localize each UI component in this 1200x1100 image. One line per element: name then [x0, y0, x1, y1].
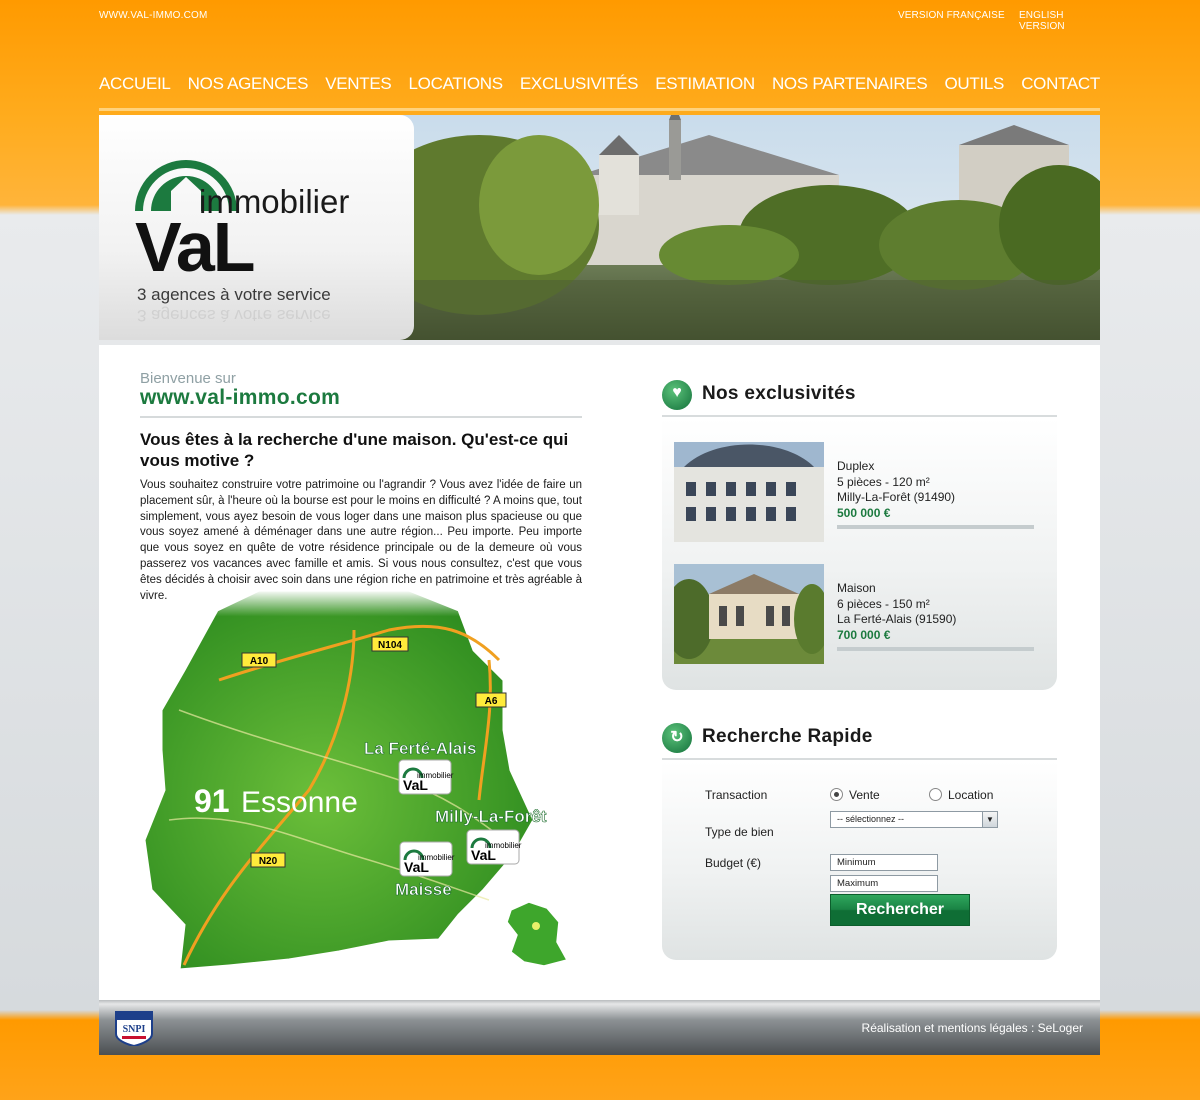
main-nav: ACCUEIL NOS AGENCES VENTES LOCATIONS EXC…: [99, 74, 1100, 98]
svg-text:N104: N104: [378, 640, 402, 651]
svg-text:A6: A6: [485, 696, 498, 707]
road-n104-label: N104: [371, 636, 409, 652]
recherche-title: Recherche Rapide: [702, 726, 873, 747]
dept-number: 91: [194, 783, 230, 819]
agency-marker-maisse[interactable]: immobilier VaL: [399, 841, 455, 877]
listing-city: La Ferté-Alais (91590): [837, 612, 957, 626]
exclusivites-title: Nos exclusivités: [702, 383, 856, 404]
logo-panel: immobilier VaL 3 agences à votre service…: [99, 115, 414, 340]
nav-locations[interactable]: LOCATIONS: [409, 74, 504, 98]
recherche-header: ↻ Recherche Rapide: [662, 723, 1057, 760]
castle-river-photo: [399, 115, 1100, 340]
france-mini-map-icon: [506, 901, 569, 967]
budget-label: Budget (€): [705, 856, 762, 870]
location-label[interactable]: Location: [948, 788, 993, 802]
nav-divider: [99, 108, 1100, 111]
essonne-map[interactable]: A10 N104 A6 N20 91 Essonne La Ferté-Alai…: [139, 590, 579, 970]
listing-divider: [837, 525, 1034, 529]
exclusivites-header: ♥ Nos exclusivités: [662, 380, 1057, 417]
nav-contact[interactable]: CONTACT: [1021, 74, 1100, 98]
intro-text: Vous souhaitez construire votre patrimoi…: [140, 479, 582, 602]
type-bien-select[interactable]: -- sélectionnez -- ▼: [830, 811, 998, 828]
logo-slogan-reflection: 3 agences à votre service: [137, 306, 331, 325]
city-milly-la-foret[interactable]: Milly-La-Forêt: [435, 807, 547, 827]
footer-credit-link[interactable]: Réalisation et mentions légales : SeLoge…: [862, 1021, 1083, 1035]
listing-item[interactable]: Duplex 5 pièces - 120 m² Milly-La-Forêt …: [674, 442, 1044, 542]
logo-slogan: 3 agences à votre service: [137, 285, 331, 304]
logo-val: VaL: [135, 208, 256, 286]
english-version-link[interactable]: ENGLISH VERSION: [1019, 10, 1100, 32]
budget-max-input[interactable]: Maximum: [830, 875, 938, 892]
welcome-divider: [140, 416, 582, 418]
road-n20-label: N20: [250, 852, 286, 868]
transaction-label: Transaction: [705, 788, 768, 802]
vente-radio[interactable]: [830, 788, 843, 801]
city-maisse[interactable]: Maisse: [395, 880, 452, 900]
heart-icon: ♥: [662, 380, 692, 410]
listing-desc: 5 pièces - 120 m²: [837, 474, 930, 489]
search-form: Transaction Vente Location Type de bien …: [662, 761, 1057, 960]
listing-price: 500 000 €: [837, 505, 891, 520]
listing-price: 700 000 €: [837, 627, 891, 642]
svg-text:VaL: VaL: [403, 777, 428, 793]
exclusivites-divider: [662, 415, 1057, 417]
nav-ventes[interactable]: VENTES: [325, 74, 392, 98]
maison-photo: [674, 564, 824, 664]
nav-accueil[interactable]: ACCUEIL: [99, 74, 171, 98]
arrow-circle-icon: ↻: [662, 723, 692, 753]
listing-type: Duplex: [837, 459, 875, 473]
road-a10-label: A10: [241, 652, 277, 668]
listing-city: Milly-La-Forêt (91490): [837, 490, 956, 504]
welcome-small: Bienvenue sur: [140, 370, 236, 387]
listing-desc: 6 pièces - 150 m²: [837, 596, 930, 611]
agency-marker-milly[interactable]: immobilier VaL: [466, 829, 522, 865]
exclusivites-panel: Duplex 5 pièces - 120 m² Milly-La-Forêt …: [662, 418, 1057, 690]
svg-text:A10: A10: [250, 656, 269, 667]
agency-marker-ferte[interactable]: immobilier VaL: [398, 759, 454, 795]
header-banner: immobilier VaL 3 agences à votre service…: [99, 115, 1100, 340]
dept-name: Essonne: [241, 786, 358, 819]
nav-nos-agences[interactable]: NOS AGENCES: [188, 74, 309, 98]
road-a6-label: A6: [475, 692, 507, 708]
svg-text:VaL: VaL: [404, 859, 429, 875]
type-bien-label: Type de bien: [705, 825, 774, 839]
budget-min-input[interactable]: Minimum: [830, 854, 938, 871]
site-link[interactable]: WWW.VAL-IMMO.COM: [99, 10, 208, 21]
nav-estimation[interactable]: ESTIMATION: [655, 74, 755, 98]
listing-item[interactable]: Maison 6 pièces - 150 m² La Ferté-Alais …: [674, 564, 1044, 664]
nav-nos-partenaires[interactable]: NOS PARTENAIRES: [772, 74, 928, 98]
city-la-ferte-alais[interactable]: La Ferté-Alais: [364, 739, 477, 759]
vente-label[interactable]: Vente: [849, 788, 880, 802]
location-radio[interactable]: [929, 788, 942, 801]
rechercher-button[interactable]: Rechercher: [830, 894, 970, 926]
type-bien-value: -- sélectionnez --: [837, 814, 905, 824]
main-content: Bienvenue sur www.val-immo.com Vous êtes…: [99, 345, 1100, 1000]
welcome-url: www.val-immo.com: [140, 386, 341, 409]
listing-type: Maison: [837, 581, 876, 595]
listing-divider: [837, 647, 1034, 651]
svg-text:N20: N20: [259, 856, 278, 867]
version-francaise-link[interactable]: VERSION FRANÇAISE: [898, 10, 1005, 21]
nav-exclusivites[interactable]: EXCLUSIVITÉS: [520, 74, 639, 98]
duplex-photo: [674, 442, 824, 542]
nav-outils[interactable]: OUTILS: [945, 74, 1005, 98]
footer: SNPI Réalisation et mentions légales : S…: [99, 1000, 1100, 1055]
snpi-logo-icon[interactable]: SNPI: [114, 1010, 154, 1046]
top-bar: WWW.VAL-IMMO.COM VERSION FRANÇAISE ENGLI…: [99, 10, 1100, 32]
svg-text:VaL: VaL: [471, 847, 496, 863]
svg-text:SNPI: SNPI: [123, 1024, 146, 1035]
recherche-divider: [662, 758, 1057, 760]
chevron-down-icon[interactable]: ▼: [982, 812, 997, 827]
page-headline: Vous êtes à la recherche d'une maison. Q…: [140, 430, 569, 470]
